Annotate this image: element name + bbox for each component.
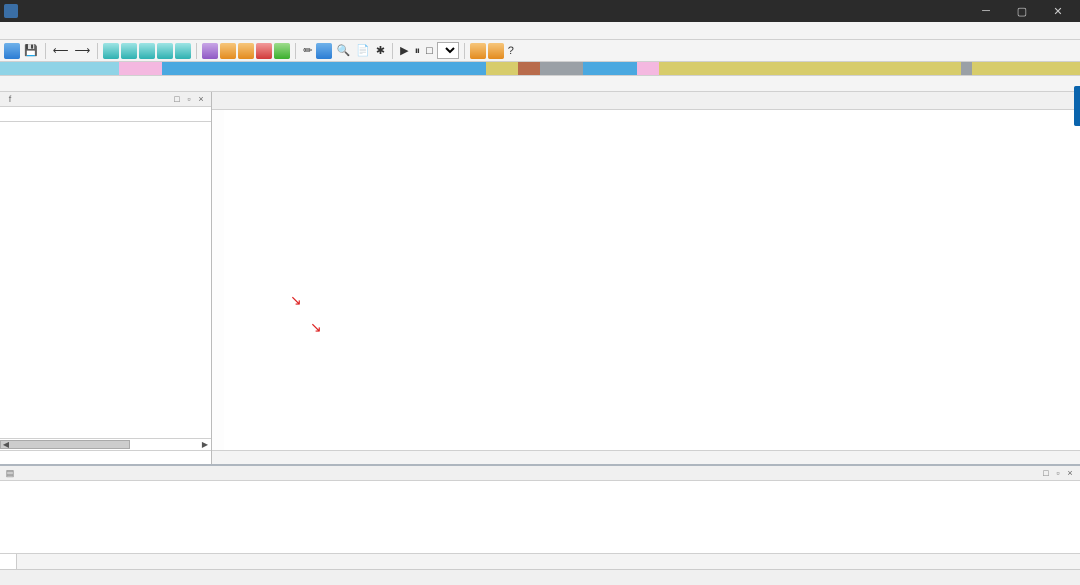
tool-icon-9[interactable] xyxy=(256,43,272,59)
functions-header[interactable] xyxy=(0,107,211,122)
code-status xyxy=(212,450,1080,464)
scroll-thumb[interactable] xyxy=(0,440,130,449)
app-icon xyxy=(4,4,18,18)
editor-tabstrip xyxy=(212,92,1080,110)
functions-status xyxy=(0,450,211,464)
tool-icon-4[interactable] xyxy=(157,43,173,59)
scroll-left-icon[interactable]: ◀ xyxy=(0,439,12,450)
scroll-right-icon[interactable]: ▶ xyxy=(199,439,211,450)
editor-pane: ↘ ↘ xyxy=(212,92,1080,464)
legend xyxy=(0,76,1080,92)
debugger-select[interactable] xyxy=(437,42,459,59)
menubar xyxy=(0,22,1080,40)
text-icon[interactable]: ✏ xyxy=(301,43,314,59)
pane-close-icon[interactable]: × xyxy=(195,94,207,104)
fwd-icon[interactable]: ⟶ xyxy=(72,43,92,59)
run-icon[interactable] xyxy=(274,43,290,59)
output-pane: ▤ □ ▫ × xyxy=(0,464,1080,569)
functions-pane: f □ ▫ × ◀ ▶ xyxy=(0,92,212,464)
output-close-icon[interactable]: × xyxy=(1064,468,1076,478)
search-icon[interactable]: 🔍 xyxy=(334,43,352,59)
output-tab-python[interactable] xyxy=(0,554,17,569)
tool-icon-7[interactable] xyxy=(220,43,236,59)
pause-icon[interactable]: ⏸ xyxy=(413,43,423,59)
maximize-button[interactable]: ▢ xyxy=(1004,0,1040,22)
nav-overview[interactable] xyxy=(0,62,1080,76)
output-undock-icon[interactable]: □ xyxy=(1040,468,1052,478)
tool-icon-8[interactable] xyxy=(238,43,254,59)
tool-icon-2[interactable] xyxy=(121,43,137,59)
code-view[interactable]: ↘ ↘ xyxy=(212,110,1080,450)
toolbar: 💾 ⟵ ⟶ ✏ 🔍 📄 ✱ ▶ ⏸ □ ? xyxy=(0,40,1080,62)
functions-hscroll[interactable]: ◀ ▶ xyxy=(0,438,211,450)
open-icon[interactable] xyxy=(4,43,20,59)
tool-icon-12[interactable] xyxy=(488,43,504,59)
output-maximize-icon[interactable]: ▫ xyxy=(1052,468,1064,478)
play-icon[interactable]: ▶ xyxy=(398,43,410,59)
save-icon[interactable]: 💾 xyxy=(22,43,40,59)
functions-pane-title: f □ ▫ × xyxy=(0,92,211,107)
close-button[interactable]: ✕ xyxy=(1040,0,1076,22)
tool-icon-11[interactable] xyxy=(470,43,486,59)
tool-icon-3[interactable] xyxy=(139,43,155,59)
tool-icon-6[interactable] xyxy=(202,43,218,59)
functions-list[interactable] xyxy=(0,122,211,438)
statusbar xyxy=(0,569,1080,585)
tool-icon-10[interactable] xyxy=(316,43,332,59)
back-icon[interactable]: ⟵ xyxy=(51,43,71,59)
titlebar: ─ ▢ ✕ xyxy=(0,0,1080,22)
side-rail[interactable] xyxy=(1074,86,1080,126)
output-body[interactable] xyxy=(0,481,1080,553)
script-icon[interactable]: 📄 xyxy=(354,43,372,59)
tool-icon-5[interactable] xyxy=(175,43,191,59)
output-pin-icon[interactable]: ▤ xyxy=(4,468,16,478)
cross-icon[interactable]: ✱ xyxy=(374,43,387,59)
tool-icon-1[interactable] xyxy=(103,43,119,59)
pane-undock-icon[interactable]: □ xyxy=(171,94,183,104)
help-icon[interactable]: ? xyxy=(506,43,516,59)
pane-maximize-icon[interactable]: ▫ xyxy=(183,94,195,104)
pin-icon[interactable]: f xyxy=(4,94,16,104)
minimize-button[interactable]: ─ xyxy=(968,0,1004,22)
stop-icon[interactable]: □ xyxy=(424,43,435,59)
